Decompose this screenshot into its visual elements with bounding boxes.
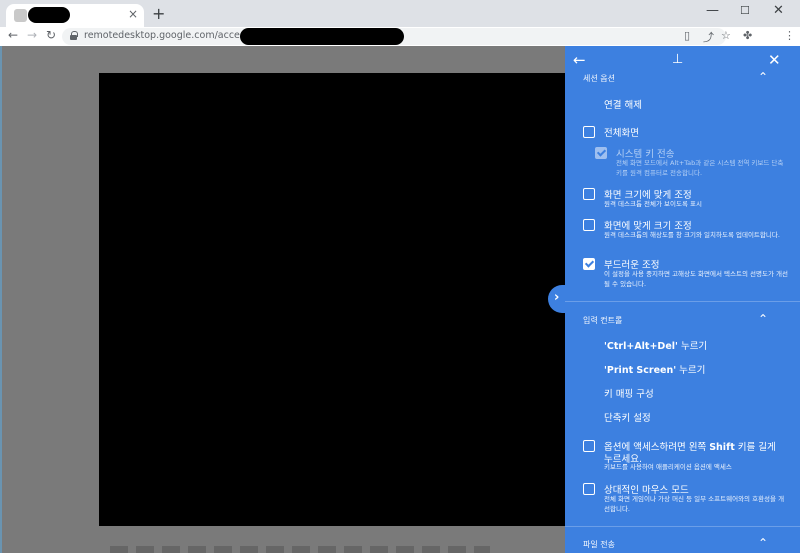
close-panel-icon[interactable]: ✕ — [768, 51, 781, 69]
chevron-up-icon[interactable]: ⌃ — [758, 312, 768, 326]
options-panel: ← ⊥ ✕ 세션 옵션 ⌃ 연결 해제 전체화면 시스템 키 전송 전체 화면 … — [565, 46, 800, 553]
send-system-keys-label: 시스템 키 전송 — [616, 149, 675, 160]
menu-kebab-icon[interactable]: ⋮ — [784, 29, 795, 42]
favicon-icon — [14, 9, 27, 22]
resize-to-fit-label[interactable]: 화면에 맞게 크기 조정 — [604, 218, 692, 232]
extensions-icon[interactable]: ✤ — [743, 29, 752, 42]
shortcuts-button[interactable]: 단축키 설정 — [604, 410, 651, 424]
section-session-options: 세션 옵션 — [583, 74, 615, 83]
minimize-icon[interactable]: — — [706, 3, 719, 18]
ctrl-alt-del-button[interactable]: 'Ctrl+Alt+Del' 누르기 — [604, 338, 707, 352]
tab-title-redacted — [28, 7, 70, 23]
key-mapping-button[interactable]: 키 매핑 구성 — [604, 386, 654, 400]
window-close-icon[interactable]: ✕ — [773, 3, 784, 18]
scale-to-fit-checkbox[interactable] — [583, 188, 595, 200]
lock-icon[interactable] — [70, 31, 78, 40]
reload-button[interactable]: ↻ — [46, 28, 56, 42]
browser-tab[interactable]: × — [6, 4, 144, 27]
resize-to-fit-checkbox[interactable] — [583, 219, 595, 231]
divider — [565, 526, 800, 527]
maximize-icon[interactable]: ☐ — [740, 4, 750, 17]
smooth-scaling-label[interactable]: 부드러운 조정 — [604, 257, 659, 271]
back-arrow-icon[interactable]: ← — [573, 51, 586, 69]
scale-to-fit-desc: 원격 데스크톱 전체가 보이도록 표시 — [604, 200, 702, 208]
disconnect-button[interactable]: 연결 해제 — [604, 97, 642, 111]
new-tab-button[interactable]: + — [152, 4, 165, 23]
fullscreen-label[interactable]: 전체화면 — [604, 125, 639, 139]
browser-toolbar: ← → ↻ remotedesktop.google.com/access/se… — [0, 27, 800, 70]
remote-screen[interactable] — [99, 73, 565, 526]
shift-access-desc: 키보드를 사용하여 애플리케이션 옵션에 액세스 — [604, 463, 732, 471]
scale-to-fit-label[interactable]: 화면 크기에 맞게 조정 — [604, 187, 692, 201]
resize-to-fit-desc: 원격 데스크톱의 해상도를 창 크기와 일치하도록 업데이트합니다. — [604, 231, 780, 239]
chevron-right-icon: › — [554, 290, 560, 305]
relative-mouse-desc: 전체 화면 게임이나 가상 머신 등 일부 소프트웨어와의 호환성을 개선합니다… — [604, 495, 785, 513]
tab-close-icon[interactable]: × — [128, 7, 138, 21]
panel-header: ← ⊥ ✕ — [565, 46, 800, 73]
relative-mouse-checkbox[interactable] — [583, 483, 595, 495]
pin-icon[interactable]: ⊥ — [672, 52, 683, 67]
url-redacted — [240, 28, 404, 45]
smooth-scaling-checkbox[interactable] — [583, 258, 595, 270]
cast-icon[interactable]: ▯ — [684, 29, 690, 42]
forward-button[interactable]: → — [27, 28, 37, 42]
bookmark-star-icon[interactable]: ☆ — [721, 29, 731, 42]
chevron-up-icon[interactable]: ⌃ — [758, 536, 768, 550]
open-external-icon[interactable]: ⤴ — [703, 29, 714, 45]
shift-access-checkbox[interactable] — [583, 440, 595, 452]
tab-strip: × + — ☐ ✕ — [0, 0, 800, 27]
divider — [565, 301, 800, 302]
section-file-transfer: 파일 전송 — [583, 540, 615, 549]
send-system-keys-desc: 전체 화면 모드에서 Alt+Tab과 같은 시스템 전역 키보드 단축키를 원… — [616, 159, 784, 177]
smooth-scaling-desc: 이 설정을 사용 중지하면 고해상도 화면에서 텍스트의 선명도가 개선될 수 … — [604, 270, 788, 288]
fullscreen-checkbox[interactable] — [583, 126, 595, 138]
relative-mouse-label[interactable]: 상대적인 마우스 모드 — [604, 482, 689, 496]
section-input-controls: 입력 컨트롤 — [583, 316, 623, 325]
chevron-up-icon[interactable]: ⌃ — [758, 70, 768, 84]
send-system-keys-checkbox — [595, 147, 607, 159]
remote-status-text-blurred — [110, 546, 490, 553]
print-screen-button[interactable]: 'Print Screen' 누르기 — [604, 362, 705, 376]
viewport-edge — [0, 46, 2, 553]
back-button[interactable]: ← — [8, 28, 18, 42]
